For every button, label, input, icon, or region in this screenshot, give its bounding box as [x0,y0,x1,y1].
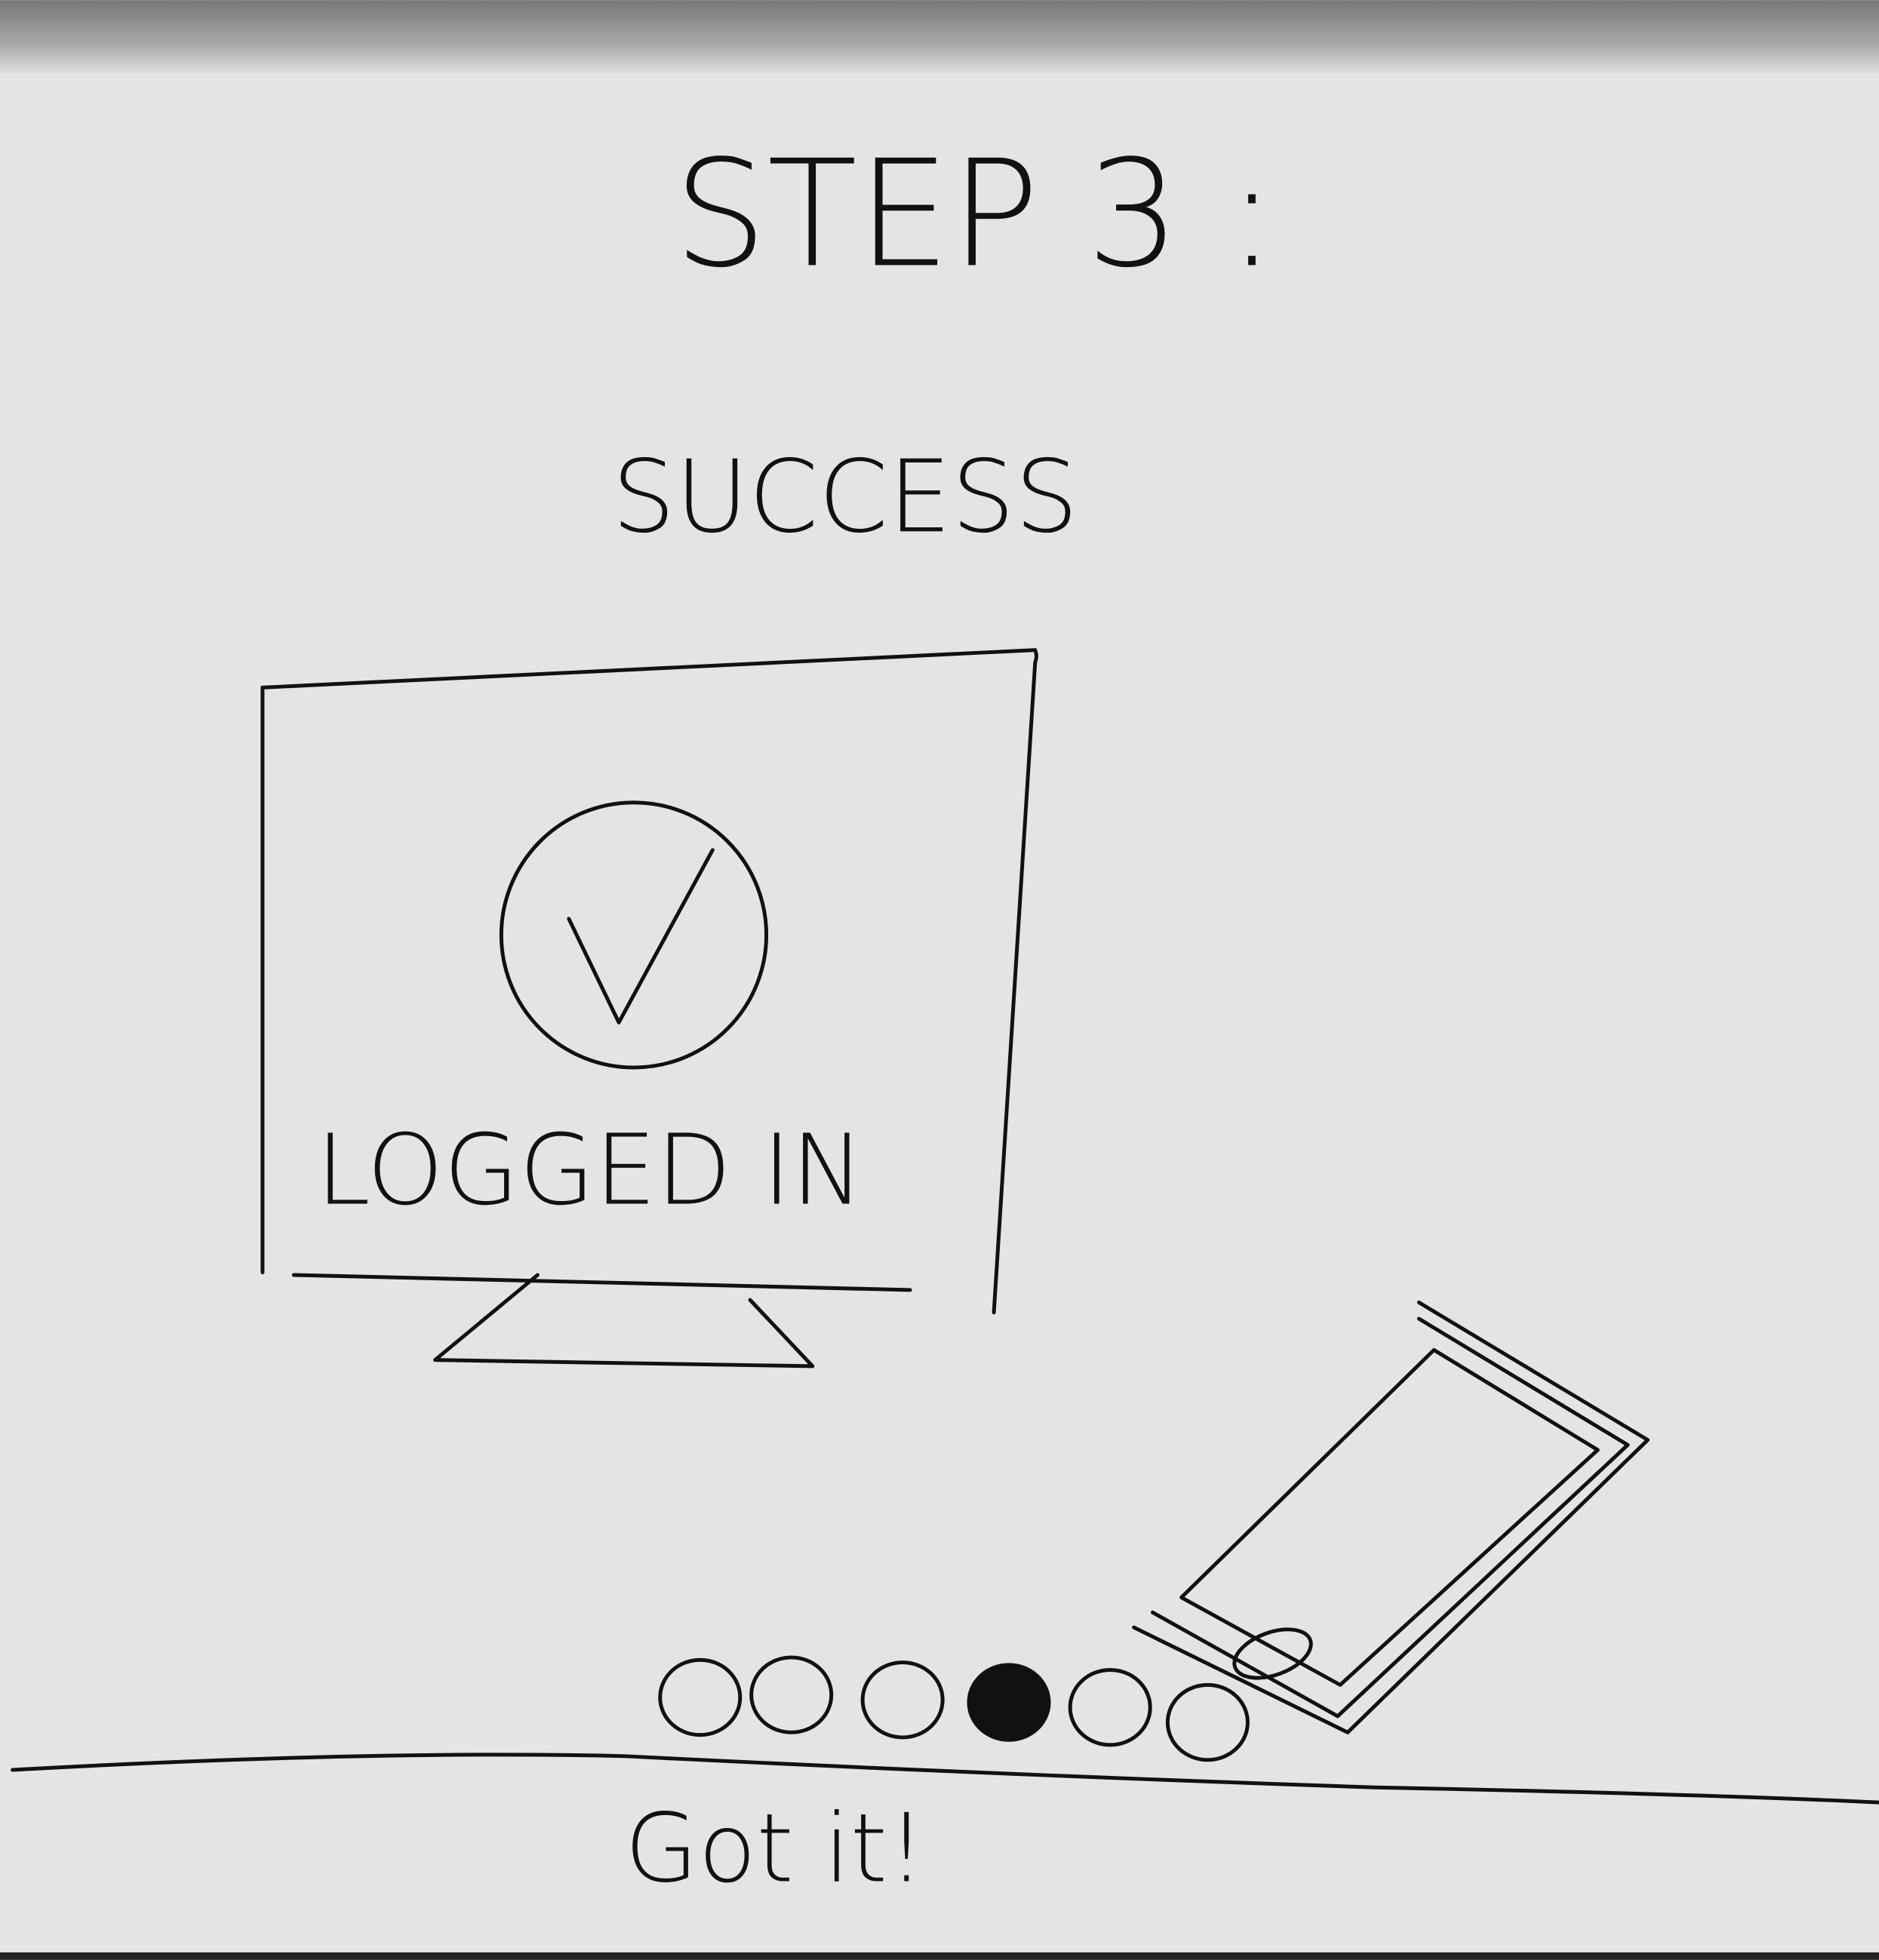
sketch-canvas: STEP 3 : SUCCESS LOGGED IN Got it! [0,0,1879,1960]
paper-top-edge [0,0,1879,75]
phone-illustration [1132,1300,1650,1734]
status-label: LOGGED IN [316,1114,864,1227]
paper-bottom-edge [0,1952,1879,1960]
got-it-button[interactable]: Got it! [588,1787,976,1912]
pagination-dot[interactable] [749,1655,834,1734]
success-heading: SUCCESS [612,439,1078,555]
got-it-label: Got it! [625,1793,926,1903]
page-title: STEP 3 : [674,129,1277,300]
pagination-dot[interactable] [1068,1668,1152,1747]
pagination-dot[interactable] [1165,1682,1250,1762]
pagination-dots [658,1655,1250,1762]
pagination-dot[interactable] [860,1660,945,1740]
pagination-dot[interactable] [658,1657,743,1737]
pagination-dot-active[interactable] [967,1663,1051,1742]
monitor-illustration: LOGGED IN [260,648,1038,1369]
checkmark-circle-icon [499,800,769,1070]
